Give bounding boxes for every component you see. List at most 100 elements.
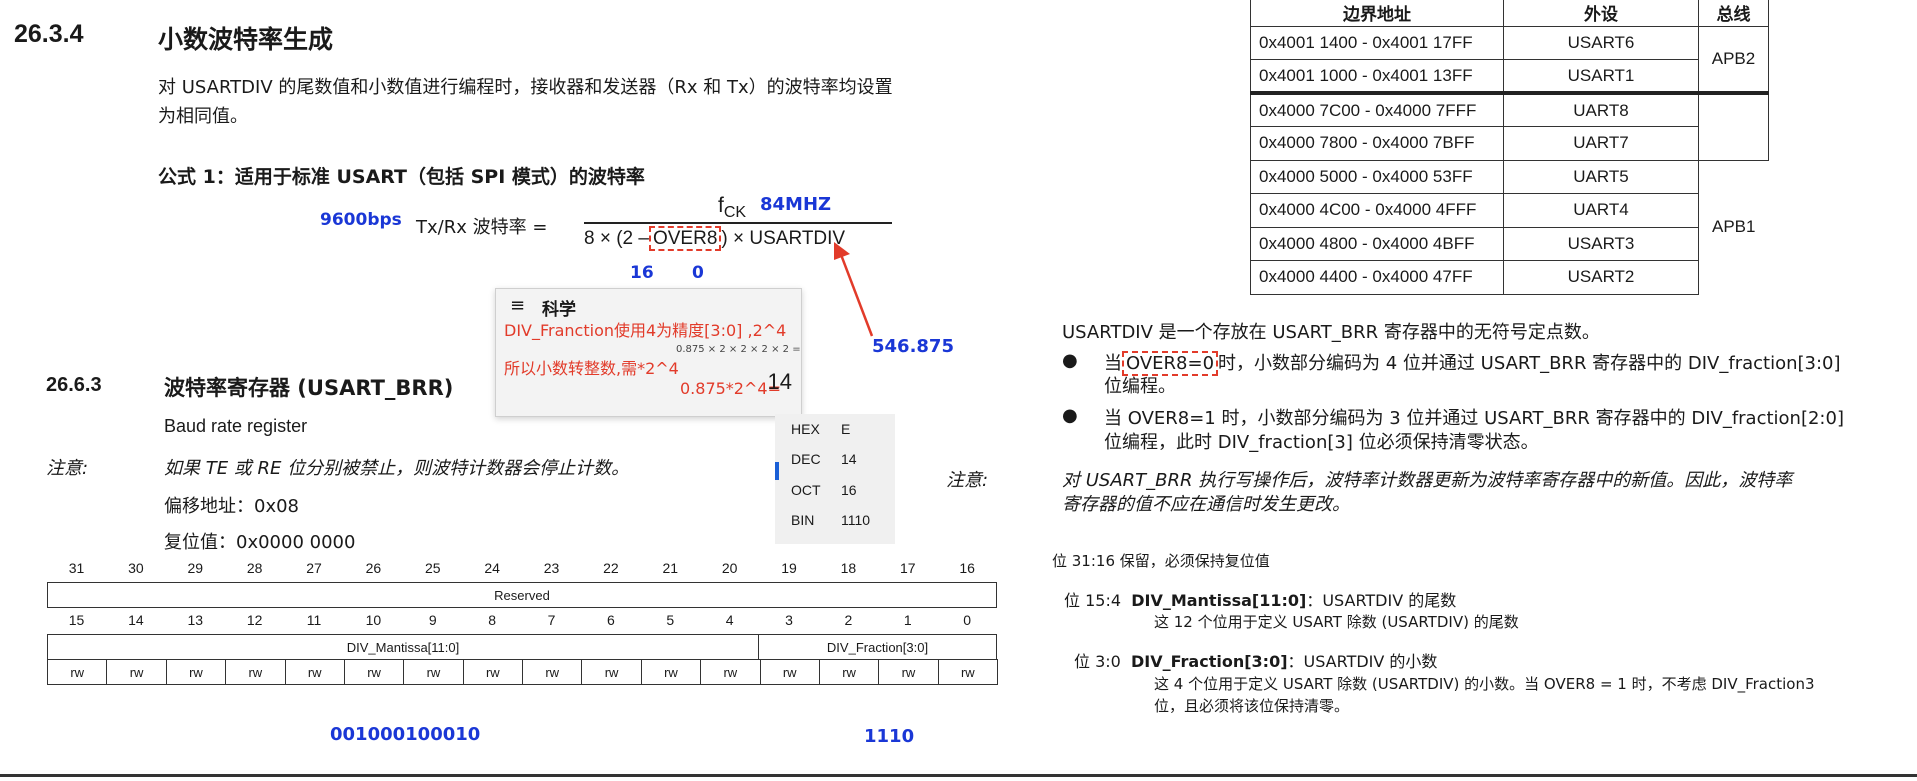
bit-number: 22 [603, 560, 619, 576]
table-row: 0x4001 1000 - 0x4001 13FF USART1 [1250, 59, 1769, 94]
bit-number: 29 [187, 560, 204, 576]
access-cell: rw [522, 659, 583, 685]
mantissa-binary: 001000100010 [330, 724, 481, 745]
bullet-1-dot: ● [1062, 350, 1078, 371]
fck-annotation: 84MHZ [760, 194, 832, 215]
paragraph-line-1: 对 USARTDIV 的尾数值和小数值进行编程时，接收器和发送器（Rx 和 Tx… [158, 77, 893, 98]
mantissa-field: DIV_Mantissa[11:0] [47, 634, 759, 660]
bus-cell-apb2: APB2 [1698, 25, 1769, 94]
calc-result: 14 [767, 369, 792, 394]
annotation-16: 16 [630, 263, 654, 283]
over8-boxed: OVER8 [648, 226, 722, 251]
addr-cell: 0x4000 7C00 - 0x4000 7FFF [1250, 91, 1504, 127]
result-annotation: 546.875 [872, 336, 954, 357]
access-cell: rw [106, 659, 167, 685]
prog-row-bin[interactable]: BIN 1110 [791, 505, 870, 535]
bit-number: 23 [543, 560, 560, 576]
address-table-wrap: 边界地址 外设 总线 0x4001 1400 - 0x4001 17FF USA… [1250, 0, 1769, 295]
access-cell: rw [759, 659, 820, 685]
bus-cell-apb1: APB1 [1698, 159, 1769, 294]
formula-numerator: fCK [718, 194, 747, 222]
table-row: 0x4000 7C00 - 0x4000 7FFF UART8 [1250, 91, 1769, 161]
bit-number: 26 [365, 560, 382, 576]
bit-number: 3 [785, 612, 793, 628]
section-number-2: 26.6.3 [46, 374, 102, 396]
bus-cell-empty [1698, 91, 1769, 161]
fraction-binary: 1110 [864, 726, 915, 747]
bit-number: 16 [959, 560, 975, 576]
table-header-row: 边界地址 外设 总线 [1250, 0, 1769, 27]
calculator-overlay: ≡ 科学 DIV_Franction使用4为精度[3:0] ,2^4 0.875… [495, 288, 802, 417]
calc-note-2: 所以小数转整数,需*2^4 [504, 359, 679, 378]
periph-cell: UART4 [1503, 193, 1699, 228]
register-diagram: 31 30 29 28 27 26 25 24 23 22 21 20 19 18 17 16 Reserve… [47, 558, 998, 698]
reserved-field: Reserved [47, 582, 997, 608]
bit-number: 4 [725, 612, 734, 628]
programmer-panel: HEX E DEC 14 OCT 16 BIN 1110 [775, 414, 895, 544]
prog-row-dec[interactable]: DEC 14 [791, 444, 857, 474]
bits-3-0-line: 位 3:0 DIV_Fraction[3:0]：USARTDIV 的小数 [1074, 652, 1438, 671]
address-table: 边界地址 外设 总线 0x4001 1400 - 0x4001 17FF USA… [1250, 0, 1769, 295]
calc-note-1: DIV_Franction使用4为精度[3:0] ,2^4 [504, 321, 787, 340]
header-bus: 总线 [1698, 0, 1769, 27]
table-row: 0x4000 4400 - 0x4000 47FF USART2 [1250, 260, 1769, 295]
bit-number: 2 [844, 612, 853, 628]
periph-cell: USART6 [1503, 25, 1699, 60]
addr-cell: 0x4001 1400 - 0x4001 17FF [1250, 25, 1504, 60]
bit-number: 9 [428, 612, 437, 628]
periph-cell: UART7 [1503, 126, 1699, 161]
periph-cell: USART3 [1503, 226, 1699, 261]
annotation-0: 0 [692, 263, 704, 283]
bit-number: 6 [606, 612, 615, 628]
access-cell: rw [700, 659, 761, 685]
note-text-left: 如果 TE 或 RE 位分别被禁止，则波特计数器会停止计数。 [164, 458, 630, 479]
bullet-1-line-2: 位编程。 [1104, 376, 1176, 397]
bit-number: 10 [365, 612, 382, 628]
formula-lhs: Tx/Rx 波特率 = [416, 217, 548, 238]
table-row: 0x4001 1400 - 0x4001 17FF USART6 APB2 [1250, 25, 1769, 94]
prog-row-hex[interactable]: HEX E [791, 414, 850, 444]
access-cell: rw [462, 659, 523, 685]
bullet-2-dot: ● [1062, 405, 1078, 426]
table-row: 0x4000 7800 - 0x4000 7BFF UART7 [1250, 126, 1769, 161]
access-cell: rw [343, 659, 405, 685]
bit-number: 19 [781, 560, 797, 576]
periph-cell: USART1 [1503, 59, 1699, 94]
note-label-left: 注意: [46, 458, 89, 479]
calc-note-3: 0.875*2^4= [680, 379, 781, 398]
bit-number: 11 [306, 612, 322, 628]
formula-denominator: 8 × (2 – OVER8) × USARTDIV [584, 226, 846, 251]
table-row: 0x4000 4800 - 0x4000 4BFF USART3 [1250, 226, 1769, 261]
bit-number: 15 [68, 612, 85, 628]
addr-cell: 0x4000 5000 - 0x4000 53FF [1250, 159, 1504, 194]
bit-number: 18 [840, 560, 857, 576]
note-label-right: 注意: [946, 470, 989, 491]
access-cell: rw [640, 659, 702, 685]
bit-number: 5 [666, 612, 675, 628]
bit-number: 14 [128, 612, 144, 628]
bit-number: 28 [246, 560, 263, 576]
red-arrow [834, 242, 874, 337]
addr-cell: 0x4000 4800 - 0x4000 4BFF [1250, 226, 1504, 261]
fraction-bar [584, 222, 892, 224]
prog-row-oct[interactable]: OCT 16 [791, 475, 857, 505]
menu-icon[interactable]: ≡ [510, 295, 525, 316]
usartdiv-description: USARTDIV 是一个存放在 USART_BRR 寄存器中的无符号定点数。 [1062, 322, 1600, 343]
bit-number: 30 [128, 560, 144, 576]
bits-3-0-desc-2: 位，且必须将该位保持清零。 [1154, 697, 1350, 715]
bits-3-0-desc-1: 这 4 个位用于定义 USART 除数 (USARTDIV) 的小数。当 OVE… [1154, 675, 1815, 693]
section-number-1: 26.3.4 [14, 20, 84, 48]
bit-number: 20 [721, 560, 738, 576]
bit-number: 31 [68, 560, 85, 576]
baud-annotation: 9600bps [320, 210, 402, 230]
addr-cell: 0x4000 4400 - 0x4000 47FF [1250, 260, 1504, 295]
formula-heading: 公式 1：适用于标准 USART（包括 SPI 模式）的波特率 [158, 166, 645, 188]
dec-indicator [775, 462, 779, 480]
bit-number: 25 [424, 560, 441, 576]
access-cell: rw [818, 659, 880, 685]
bullet-2-line-2: 位编程，此时 DIV_fraction[3] 位必须保持清零状态。 [1104, 432, 1539, 453]
access-cell: rw [225, 659, 286, 685]
bit-number: 21 [662, 560, 679, 576]
note-right-line-1: 对 USART_BRR 执行写操作后，波特率计数器更新为波特率寄存器中的新值。因… [1062, 470, 1793, 491]
baud-register-label: Baud rate register [164, 416, 308, 436]
